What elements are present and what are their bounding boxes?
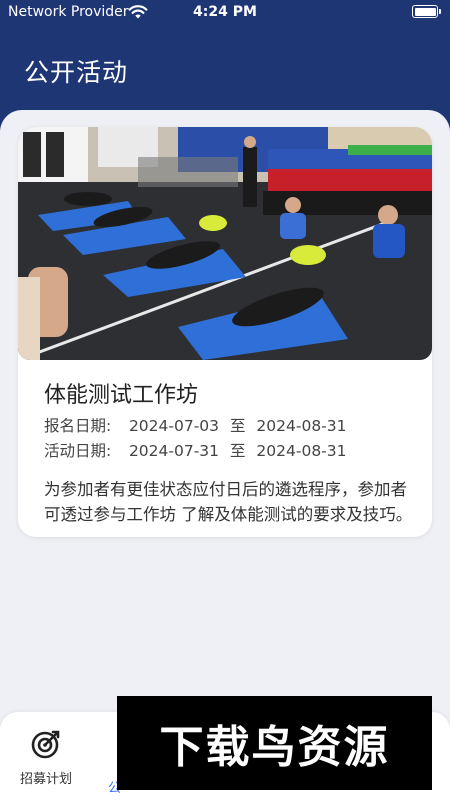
registration-start-date: 2024-07-03 [128, 417, 220, 435]
page-title: 公开活动 [24, 58, 129, 87]
battery-full-icon [412, 5, 441, 18]
watermark-text: 下载鸟资源 [159, 722, 390, 773]
activity-end-date: 2024-08-31 [256, 442, 347, 460]
tab-recruitment-plan[interactable]: 招募计划 [14, 724, 78, 788]
watermark-overlay: 下载鸟资源 [117, 696, 432, 790]
tab-recruitment-label: 招募计划 [19, 772, 72, 787]
event-description: 为参加者有更佳状态应付日后的遴选程序，参加者可透过参与工作坊 了解及体能测试的要… [44, 480, 413, 524]
registration-date-label: 报名日期: [44, 417, 112, 435]
activity-date-row: 活动日期: 2024-07-31 至 2024-08-31 [44, 439, 347, 461]
event-card[interactable]: 体能测试工作坊 报名日期: 2024-07-03 至 2024-08-31 活动… [18, 127, 432, 537]
activity-start-date: 2024-07-31 [128, 442, 220, 460]
registration-date-separator: 至 [229, 417, 246, 435]
event-title: 体能测试工作坊 [44, 383, 199, 408]
activity-date-separator: 至 [229, 442, 246, 460]
target-icon [31, 730, 60, 759]
event-photo [18, 127, 432, 360]
status-bar: Network Provider 4:24 PM [0, 0, 450, 26]
registration-date-row: 报名日期: 2024-07-03 至 2024-08-31 [44, 414, 347, 436]
status-time: 4:24 PM [193, 4, 257, 20]
activity-date-label: 活动日期: [44, 442, 112, 460]
registration-end-date: 2024-08-31 [256, 417, 347, 435]
